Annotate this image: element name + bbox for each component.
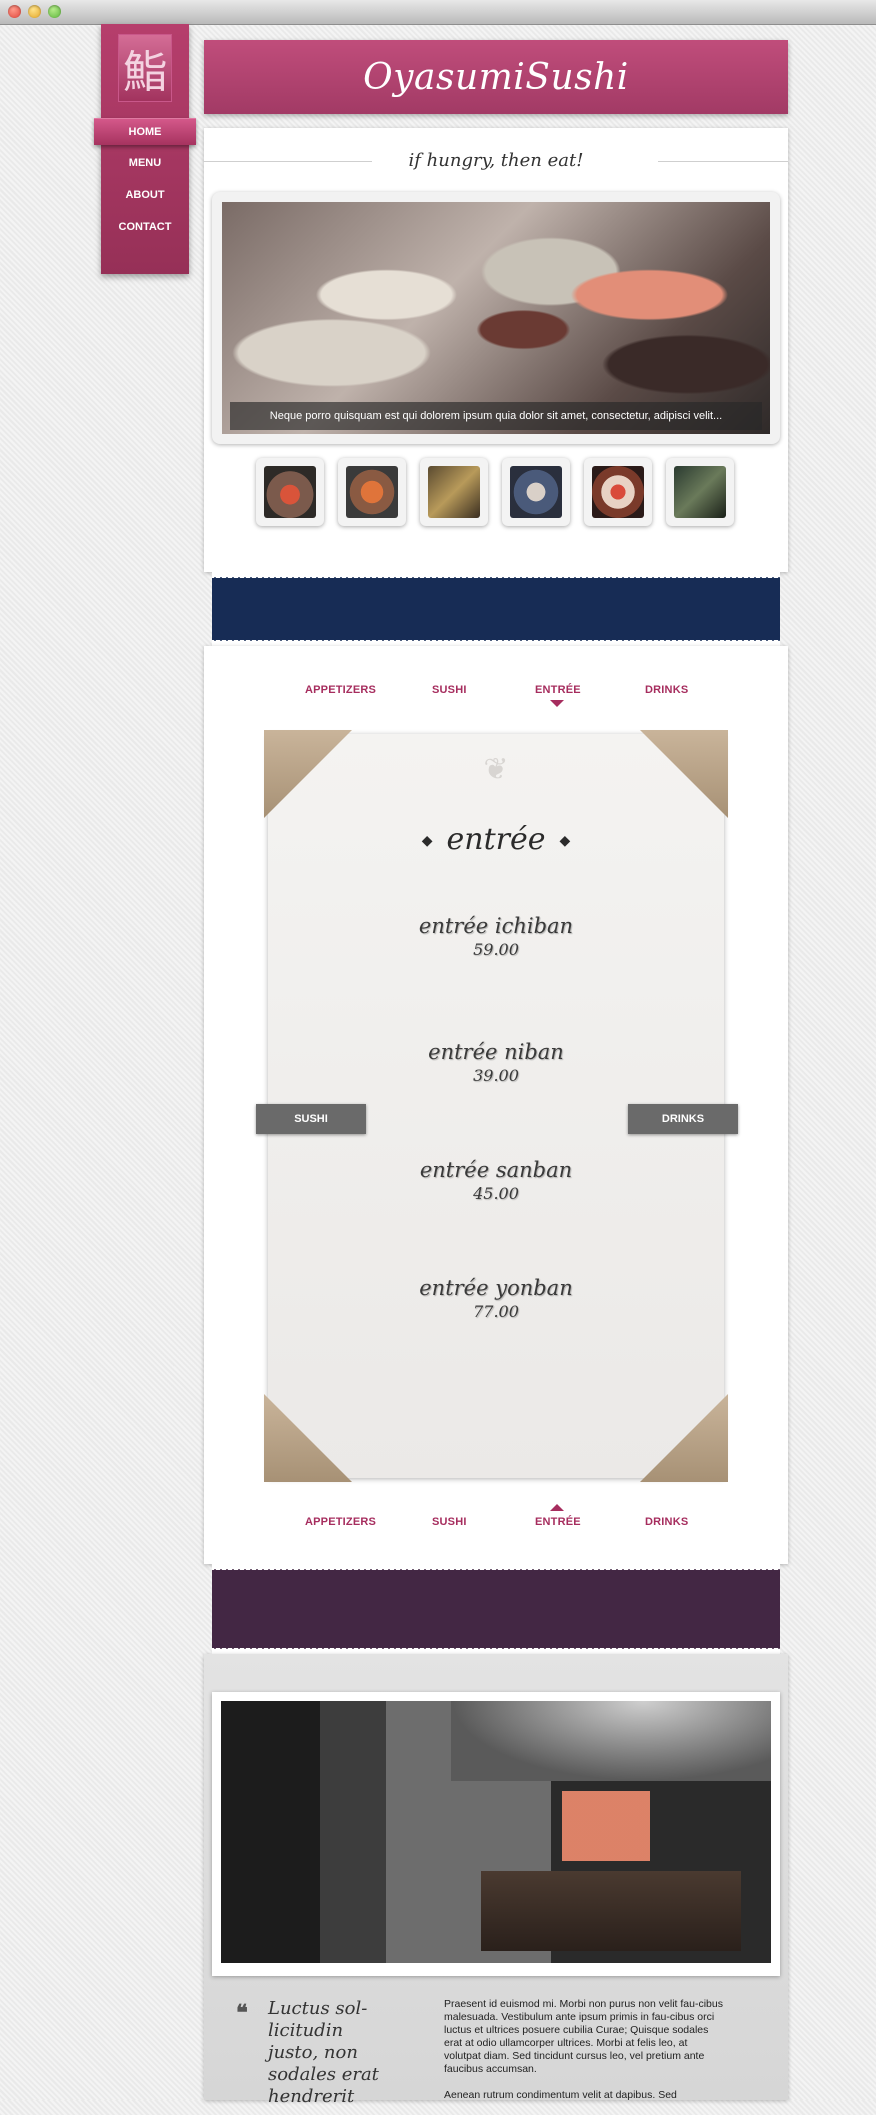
about-panel: ❝ Luctus sol-licitudin justo, non sodale…	[204, 1654, 788, 2107]
about-body-text: Praesent id euismod mi. Morbi non purus …	[444, 1998, 724, 2115]
tab-sushi[interactable]: SUSHI	[432, 684, 467, 696]
decorative-band-purple	[212, 1564, 780, 1654]
menu-item: entrée yonban 77.00	[268, 1276, 724, 1321]
thumbnail-image	[592, 466, 644, 518]
menu-heading-text: entrée	[446, 822, 546, 857]
tab-sushi[interactable]: SUSHI	[432, 1516, 467, 1528]
thumbnail-image	[428, 466, 480, 518]
next-section-button[interactable]: DRINKS	[628, 1104, 738, 1134]
zigzag-edge	[212, 1564, 780, 1570]
nav-item-home[interactable]: HOME	[94, 118, 196, 145]
thumbnail-1[interactable]	[256, 458, 324, 526]
thumbnail-image	[674, 466, 726, 518]
thumbnail-image	[264, 466, 316, 518]
menu-section-heading: ◆ entrée ◆	[268, 822, 724, 857]
menu-item-name: entrée yonban	[419, 1276, 573, 1300]
zigzag-edge	[212, 572, 780, 578]
menu-item-price: 77.00	[473, 1302, 519, 1321]
nav-item-contact[interactable]: CONTACT	[101, 214, 189, 240]
menu-item-name: entrée ichiban	[418, 914, 574, 938]
menu-panel: APPETIZERS SUSHI ENTRÉE DRINKS ❦ ◆ entrée…	[204, 646, 788, 1564]
thumbnail-4[interactable]	[502, 458, 570, 526]
menu-item-name: entrée sanban	[419, 1158, 573, 1182]
tagline-row: if hungry, then eat!	[204, 150, 788, 171]
nav-item-about[interactable]: ABOUT	[101, 182, 189, 208]
maximize-window-button[interactable]	[48, 5, 61, 18]
site-header: OyasumiSushi	[204, 40, 788, 114]
prev-section-button[interactable]: SUSHI	[256, 1104, 366, 1134]
menu-item-price: 59.00	[473, 940, 519, 959]
photo-corner	[264, 730, 352, 818]
thumbnail-2[interactable]	[338, 458, 406, 526]
about-paragraph: Aenean rutrum condimentum velit at dapib…	[444, 2089, 677, 2101]
photo-corner	[640, 1394, 728, 1482]
quote-icon: ❝	[236, 2000, 248, 2026]
main-nav: 鮨 HOME MENU ABOUT CONTACT	[94, 24, 196, 274]
about-paragraph: Praesent id euismod mi. Morbi non purus …	[444, 1998, 723, 2075]
photo-detail	[451, 1701, 771, 1781]
tab-entree[interactable]: ENTRÉE	[535, 684, 581, 696]
thumbnail-5[interactable]	[584, 458, 652, 526]
pull-quote: Luctus sol-licitudin justo, non sodales …	[268, 1998, 379, 2107]
restaurant-photo-frame	[212, 1692, 780, 1976]
active-tab-indicator	[550, 1504, 564, 1511]
slider-caption: Neque porro quisquam est qui dolorem ips…	[230, 402, 762, 430]
decorative-band-blue	[212, 572, 780, 646]
site-logo[interactable]: 鮨	[118, 34, 172, 102]
tab-entree[interactable]: ENTRÉE	[535, 1516, 581, 1528]
tab-drinks[interactable]: DRINKS	[645, 1516, 688, 1528]
image-slider[interactable]: Neque porro quisquam est qui dolorem ips…	[212, 192, 780, 444]
tab-appetizers[interactable]: APPETIZERS	[305, 1516, 376, 1528]
thumbnail-3[interactable]	[420, 458, 488, 526]
tab-drinks[interactable]: DRINKS	[645, 684, 688, 696]
menu-item-price: 45.00	[473, 1184, 519, 1203]
thumbnail-image	[510, 466, 562, 518]
tab-appetizers[interactable]: APPETIZERS	[305, 684, 376, 696]
menu-item-name: entrée niban	[428, 1040, 564, 1064]
diamond-icon: ◆	[559, 833, 571, 849]
hero-panel: if hungry, then eat! Neque porro quisqua…	[204, 128, 788, 572]
ornament-flourish: ❦	[483, 752, 509, 787]
menu-item: entrée sanban 45.00	[268, 1158, 724, 1203]
menu-item-price: 39.00	[473, 1066, 519, 1085]
thumbnail-6[interactable]	[666, 458, 734, 526]
nav-item-menu[interactable]: MENU	[101, 150, 189, 176]
window-titlebar	[0, 0, 876, 25]
slider-image-sushi-platter: Neque porro quisquam est qui dolorem ips…	[222, 202, 770, 434]
menu-item: entrée ichiban 59.00	[268, 914, 724, 959]
tagline-divider-right	[658, 161, 788, 162]
close-window-button[interactable]	[8, 5, 21, 18]
menu-item: entrée niban 39.00	[268, 1040, 724, 1085]
photo-corner	[264, 1394, 352, 1482]
photo-corner	[640, 730, 728, 818]
diamond-icon: ◆	[421, 833, 433, 849]
thumbnail-image	[346, 466, 398, 518]
photo-detail	[481, 1871, 741, 1951]
restaurant-interior-photo	[221, 1701, 771, 1963]
minimize-window-button[interactable]	[28, 5, 41, 18]
site-title[interactable]: OyasumiSushi	[363, 57, 629, 98]
active-tab-indicator	[550, 700, 564, 707]
